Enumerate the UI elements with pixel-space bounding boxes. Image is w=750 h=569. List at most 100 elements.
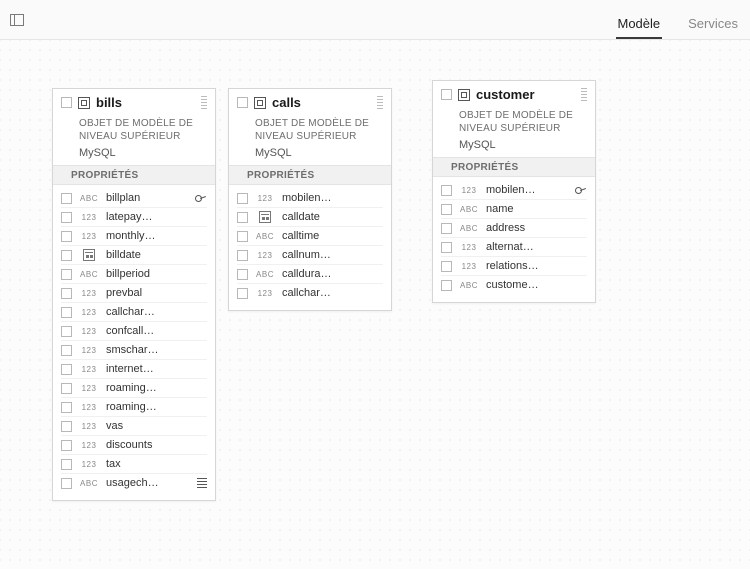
property-name: name [486, 203, 587, 215]
checkbox[interactable] [441, 280, 452, 291]
checkbox[interactable] [61, 421, 72, 432]
checkbox[interactable] [441, 185, 452, 196]
drag-handle-icon[interactable] [201, 96, 207, 110]
property-row[interactable]: calltime [237, 227, 383, 246]
tab-services[interactable]: Services [686, 16, 740, 39]
property-name: billdate [106, 249, 207, 261]
checkbox[interactable] [441, 242, 452, 253]
checkbox[interactable] [237, 212, 248, 223]
checkbox[interactable] [61, 383, 72, 394]
checkbox[interactable] [441, 223, 452, 234]
checkbox[interactable] [61, 440, 72, 451]
property-row[interactable]: internet… [61, 360, 207, 379]
panel-header: bills [53, 89, 215, 112]
property-name: tax [106, 458, 207, 470]
entity-panel-customer[interactable]: customer OBJET DE MODÈLE DE NIVEAU SUPÉR… [432, 80, 596, 303]
property-row[interactable]: roaming… [61, 398, 207, 417]
type-tag [78, 441, 100, 450]
type-tag [78, 403, 100, 412]
property-row[interactable]: calldate [237, 208, 383, 227]
property-name: mobilen… [282, 192, 383, 204]
property-row[interactable]: billperiod [61, 265, 207, 284]
type-tag [78, 460, 100, 469]
checkbox[interactable] [61, 478, 72, 489]
property-name: address [486, 222, 587, 234]
checkbox[interactable] [61, 364, 72, 375]
type-tag [254, 270, 276, 279]
checkbox[interactable] [61, 193, 72, 204]
property-row[interactable]: usagech… [61, 474, 207, 492]
key-icon [195, 192, 207, 204]
checkbox[interactable] [61, 402, 72, 413]
panel-title: calls [272, 95, 301, 110]
property-row[interactable]: relations… [441, 257, 587, 276]
checkbox[interactable] [61, 269, 72, 280]
checkbox[interactable] [237, 288, 248, 299]
property-row[interactable]: tax [61, 455, 207, 474]
property-row[interactable]: callchar… [237, 284, 383, 302]
property-row[interactable]: address [441, 219, 587, 238]
checkbox[interactable] [237, 231, 248, 242]
type-tag [78, 213, 100, 222]
model-canvas[interactable]: bills OBJET DE MODÈLE DE NIVEAU SUPÉRIEU… [0, 40, 750, 569]
property-row[interactable]: billdate [61, 246, 207, 265]
tab-model[interactable]: Modèle [616, 16, 663, 39]
entity-panel-bills[interactable]: bills OBJET DE MODÈLE DE NIVEAU SUPÉRIEU… [52, 88, 216, 501]
type-tag [78, 270, 100, 279]
checkbox[interactable] [61, 212, 72, 223]
property-name: callchar… [282, 287, 383, 299]
checkbox[interactable] [61, 345, 72, 356]
property-row[interactable]: callnum… [237, 246, 383, 265]
panel-title: customer [476, 87, 535, 102]
property-row[interactable]: mobilen… [441, 181, 587, 200]
property-row[interactable]: mobilen… [237, 189, 383, 208]
checkbox[interactable] [237, 269, 248, 280]
property-row[interactable]: prevbal [61, 284, 207, 303]
property-row[interactable]: latepay… [61, 208, 207, 227]
checkbox[interactable] [61, 307, 72, 318]
properties-list: mobilen… calldate calltime callnum…calldura… [237, 189, 383, 302]
checkbox[interactable] [237, 97, 248, 108]
property-row[interactable]: confcall… [61, 322, 207, 341]
property-row[interactable]: calldura… [237, 265, 383, 284]
checkbox[interactable] [441, 89, 452, 100]
panel-subtitle: OBJET DE MODÈLE DE NIVEAU SUPÉRIEUR [459, 110, 587, 135]
property-name: calltime [282, 230, 383, 242]
drag-handle-icon[interactable] [377, 96, 383, 110]
property-name: discounts [106, 439, 207, 451]
property-row[interactable]: alternat… [441, 238, 587, 257]
type-tag [458, 262, 480, 271]
entity-panel-calls[interactable]: calls OBJET DE MODÈLE DE NIVEAU SUPÉRIEU… [228, 88, 392, 311]
checkbox[interactable] [441, 204, 452, 215]
checkbox[interactable] [61, 250, 72, 261]
property-row[interactable]: discounts [61, 436, 207, 455]
checkbox[interactable] [237, 193, 248, 204]
panel-body: OBJET DE MODÈLE DE NIVEAU SUPÉRIEUR MySQ… [53, 112, 215, 500]
property-name: mobilen… [486, 184, 569, 196]
property-name: prevbal [106, 287, 207, 299]
type-tag [254, 232, 276, 241]
property-name: roaming… [106, 401, 207, 413]
type-tag [458, 205, 480, 214]
checkbox[interactable] [61, 288, 72, 299]
panel-toggle-icon[interactable] [10, 14, 24, 26]
property-row[interactable]: vas [61, 417, 207, 436]
checkbox[interactable] [237, 250, 248, 261]
top-bar: Modèle Services [0, 0, 750, 40]
type-tag [458, 243, 480, 252]
property-row[interactable]: roaming… [61, 379, 207, 398]
list-icon [197, 478, 207, 488]
property-row[interactable]: name [441, 200, 587, 219]
property-row[interactable]: billplan [61, 189, 207, 208]
drag-handle-icon[interactable] [581, 88, 587, 102]
property-row[interactable]: monthly… [61, 227, 207, 246]
property-row[interactable]: smschar… [61, 341, 207, 360]
panel-body: OBJET DE MODÈLE DE NIVEAU SUPÉRIEUR MySQ… [433, 104, 595, 302]
checkbox[interactable] [61, 459, 72, 470]
property-row[interactable]: custome… [441, 276, 587, 294]
checkbox[interactable] [61, 97, 72, 108]
checkbox[interactable] [61, 326, 72, 337]
checkbox[interactable] [61, 231, 72, 242]
property-row[interactable]: callchar… [61, 303, 207, 322]
checkbox[interactable] [441, 261, 452, 272]
